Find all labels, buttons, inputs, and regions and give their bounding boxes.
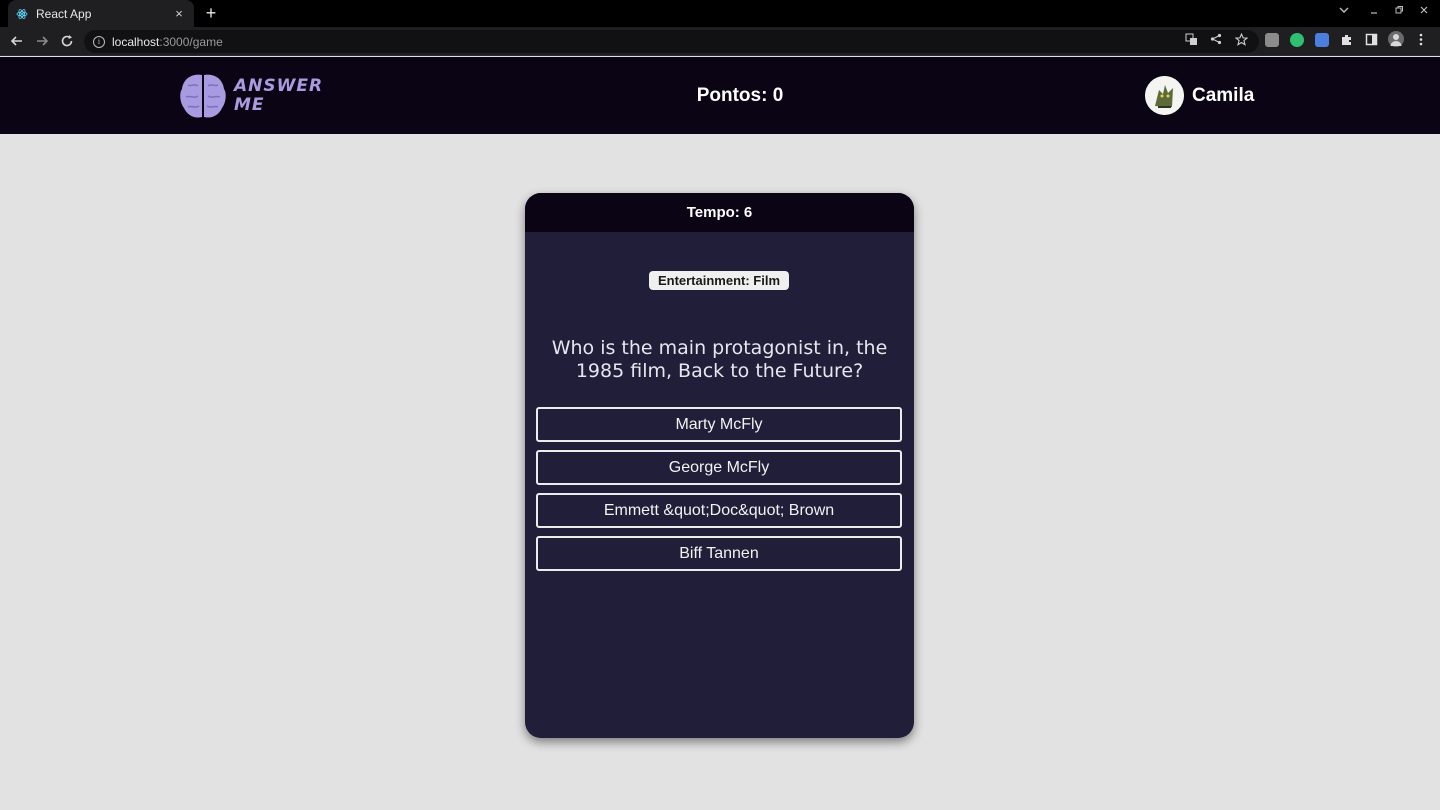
user-profile: Camila bbox=[1145, 76, 1254, 115]
address-bar[interactable]: i localhost:3000/game bbox=[84, 30, 1259, 53]
avatar bbox=[1145, 76, 1184, 115]
url-path: :3000/game bbox=[159, 34, 223, 49]
answer-button[interactable]: Marty McFly bbox=[536, 407, 902, 442]
share-icon[interactable] bbox=[1208, 31, 1224, 47]
translate-icon[interactable] bbox=[1183, 31, 1199, 47]
info-icon[interactable]: i bbox=[93, 35, 105, 48]
question-card: Tempo: 6 Entertainment: Film Who is the … bbox=[525, 193, 914, 738]
extension-grammar-icon[interactable] bbox=[1290, 33, 1304, 47]
forward-icon[interactable] bbox=[32, 31, 52, 51]
username: Camila bbox=[1192, 84, 1255, 106]
extension-translate-icon[interactable] bbox=[1315, 33, 1329, 47]
browser-tab[interactable]: React App × bbox=[8, 0, 194, 27]
back-icon[interactable] bbox=[7, 31, 27, 51]
react-favicon-icon bbox=[16, 8, 28, 20]
minimize-icon[interactable] bbox=[1369, 5, 1379, 18]
chevron-down-icon[interactable] bbox=[1339, 5, 1349, 18]
app-logo[interactable]: ANSWER ME bbox=[178, 71, 338, 121]
question-text: Who is the main protagonist in, the 1985… bbox=[551, 337, 888, 382]
sidepanel-icon[interactable] bbox=[1363, 31, 1379, 47]
app-header: ANSWER ME Pontos: 0 Camila bbox=[0, 57, 1440, 134]
browser-toolbar: i localhost:3000/game bbox=[0, 27, 1440, 56]
new-tab-button[interactable]: + bbox=[202, 3, 220, 23]
star-icon[interactable] bbox=[1233, 31, 1249, 47]
reload-icon[interactable] bbox=[57, 31, 77, 51]
answer-button[interactable]: Biff Tannen bbox=[536, 536, 902, 571]
category-badge: Entertainment: Film bbox=[649, 271, 789, 290]
menu-icon[interactable] bbox=[1413, 31, 1429, 47]
maximize-icon[interactable] bbox=[1394, 5, 1404, 18]
tab-title: React App bbox=[36, 6, 92, 21]
brain-icon bbox=[180, 74, 226, 118]
logo-line-2: ME bbox=[234, 95, 265, 115]
score-label: Pontos: 0 bbox=[696, 85, 784, 106]
answer-button[interactable]: George McFly bbox=[536, 450, 902, 485]
answer-button[interactable]: Emmett &quot;Doc&quot; Brown bbox=[536, 493, 902, 528]
extension-help-icon[interactable] bbox=[1265, 33, 1279, 47]
tab-close-icon[interactable]: × bbox=[172, 6, 186, 21]
url-host: localhost bbox=[112, 34, 160, 49]
extensions-icon[interactable] bbox=[1338, 31, 1354, 47]
timer-label: Tempo: 6 bbox=[525, 193, 914, 232]
profile-icon[interactable] bbox=[1388, 31, 1404, 47]
logo-text: ANSWER ME bbox=[234, 77, 323, 115]
logo-line-1: ANSWER bbox=[234, 76, 324, 96]
close-icon[interactable] bbox=[1419, 5, 1429, 18]
browser-tab-bar: React App × + bbox=[0, 0, 1440, 27]
